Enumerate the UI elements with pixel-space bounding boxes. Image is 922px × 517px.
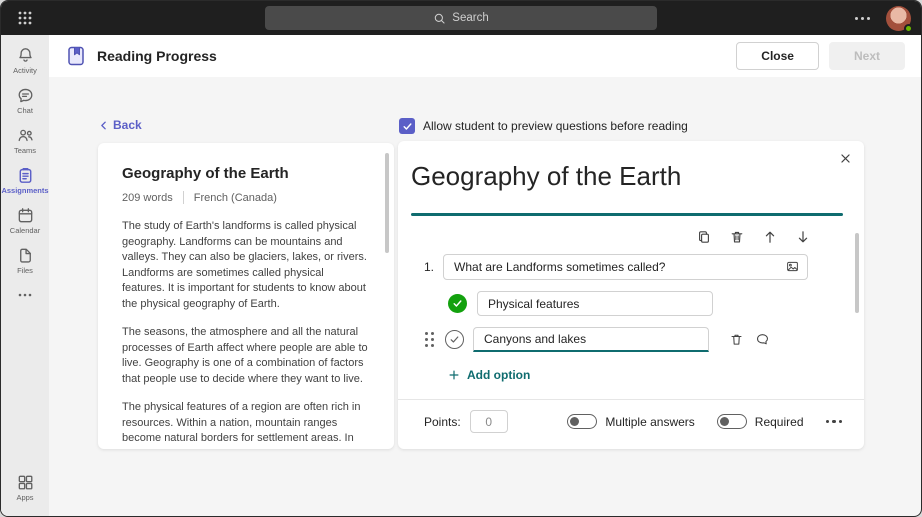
passage-card: Geography of the Earth 209 words French … bbox=[98, 143, 394, 449]
plus-icon bbox=[448, 369, 460, 381]
required-setting: Required bbox=[717, 414, 804, 429]
required-toggle[interactable] bbox=[717, 414, 747, 429]
chat-icon bbox=[16, 86, 35, 105]
question-number: 1. bbox=[424, 260, 434, 274]
apps-grid-icon bbox=[16, 473, 35, 492]
document-icon bbox=[16, 246, 35, 265]
sidebar-item-files[interactable]: Files bbox=[1, 241, 49, 281]
assignments-icon bbox=[16, 166, 35, 185]
passage-meta: 209 words French (Canada) bbox=[122, 191, 368, 204]
passage-scrollbar[interactable] bbox=[385, 153, 389, 253]
question-more-icon[interactable] bbox=[822, 416, 847, 428]
top-bar: Search bbox=[1, 1, 921, 35]
app-launcher-waffle-icon[interactable] bbox=[1, 11, 49, 25]
close-icon[interactable] bbox=[837, 150, 854, 167]
question-footer: Points: Multiple answers Required bbox=[398, 400, 864, 433]
move-up-icon[interactable] bbox=[762, 229, 778, 245]
multiple-answers-toggle[interactable] bbox=[567, 414, 597, 429]
chevron-left-icon bbox=[98, 120, 109, 131]
comment-icon[interactable] bbox=[755, 332, 770, 347]
correct-answer-icon[interactable] bbox=[448, 294, 467, 313]
back-link[interactable]: Back bbox=[98, 118, 142, 132]
reading-progress-icon bbox=[65, 45, 87, 67]
question-toolbar bbox=[398, 229, 811, 245]
question-row: 1. bbox=[424, 254, 808, 280]
points-label: Points: bbox=[424, 415, 461, 429]
topbar-more-icon[interactable] bbox=[851, 13, 874, 24]
meta-divider bbox=[183, 191, 184, 204]
preview-checkbox-label: Allow student to preview questions befor… bbox=[423, 119, 688, 133]
search-input[interactable]: Search bbox=[265, 6, 657, 30]
preview-checkbox[interactable] bbox=[399, 118, 415, 134]
close-button[interactable]: Close bbox=[736, 42, 819, 70]
sidebar-item-apps[interactable]: Apps bbox=[1, 468, 49, 508]
sidebar-item-assignments[interactable]: Assignments bbox=[1, 161, 49, 201]
calendar-icon bbox=[16, 206, 35, 225]
question-text-input[interactable] bbox=[443, 254, 808, 280]
question-scrollbar[interactable] bbox=[855, 233, 859, 313]
answer-option-input[interactable] bbox=[473, 327, 709, 352]
passage-title: Geography of the Earth bbox=[122, 165, 368, 182]
sidebar-item-teams[interactable]: Teams bbox=[1, 121, 49, 161]
answer-option-row bbox=[423, 327, 864, 352]
passage-language: French (Canada) bbox=[194, 192, 277, 204]
page-title: Reading Progress bbox=[97, 48, 217, 64]
answer-option-input[interactable] bbox=[477, 291, 713, 316]
copy-icon[interactable] bbox=[696, 229, 712, 245]
people-icon bbox=[16, 126, 35, 145]
insert-image-icon[interactable] bbox=[785, 259, 800, 274]
points-input[interactable] bbox=[470, 410, 508, 433]
required-label: Required bbox=[755, 415, 804, 429]
passage-paragraph: The seasons, the atmosphere and all the … bbox=[122, 325, 368, 387]
sidebar-more-icon[interactable] bbox=[1, 281, 49, 309]
bell-icon bbox=[16, 46, 35, 65]
presence-available-dot bbox=[904, 24, 913, 33]
sidebar-item-chat[interactable]: Chat bbox=[1, 81, 49, 121]
add-option-button[interactable]: Add option bbox=[448, 368, 864, 382]
answer-option-row bbox=[448, 291, 864, 316]
question-editor-card: Geography of the Earth bbox=[398, 141, 864, 449]
word-count: 209 words bbox=[122, 192, 173, 204]
search-icon bbox=[433, 12, 446, 25]
teams-window: Search Activity bbox=[0, 0, 922, 517]
app-rail: Activity Chat Teams bbox=[1, 35, 49, 516]
sidebar-item-activity[interactable]: Activity bbox=[1, 41, 49, 81]
sidebar-item-calendar[interactable]: Calendar bbox=[1, 201, 49, 241]
move-down-icon[interactable] bbox=[795, 229, 811, 245]
next-button[interactable]: Next bbox=[829, 42, 905, 70]
multiple-answers-label: Multiple answers bbox=[605, 415, 694, 429]
delete-option-icon[interactable] bbox=[729, 332, 744, 347]
question-card-title: Geography of the Earth bbox=[411, 161, 844, 192]
mark-correct-icon[interactable] bbox=[445, 330, 464, 349]
avatar[interactable] bbox=[886, 6, 911, 31]
search-placeholder: Search bbox=[452, 12, 488, 24]
page-header: Reading Progress Close Next bbox=[49, 35, 921, 77]
passage-paragraph: The physical features of a region are of… bbox=[122, 400, 368, 449]
drag-handle-icon[interactable] bbox=[423, 330, 436, 349]
accent-divider bbox=[411, 213, 843, 216]
delete-question-icon[interactable] bbox=[729, 229, 745, 245]
multiple-answers-setting: Multiple answers bbox=[567, 414, 694, 429]
passage-paragraph: The study of Earth's landforms is called… bbox=[122, 219, 368, 312]
preview-setting-row: Allow student to preview questions befor… bbox=[399, 118, 688, 134]
